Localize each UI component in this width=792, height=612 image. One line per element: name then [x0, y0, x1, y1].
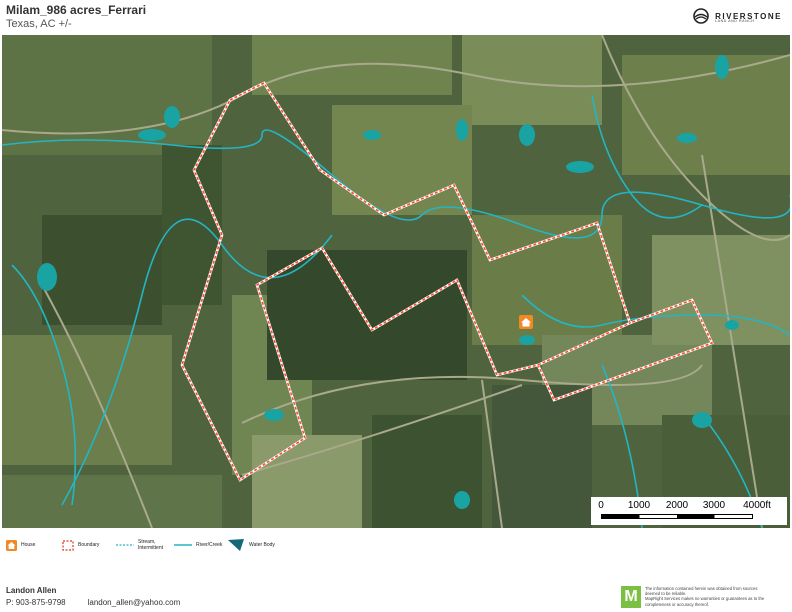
page-subtitle: Texas, AC +/- [6, 18, 72, 30]
legend-label: Boundary [78, 542, 100, 548]
brand-subtitle: LAND AND RANCH [715, 19, 755, 23]
agent-phone: P: 903-875-9798 [6, 598, 66, 607]
legend-item-water-body: Water Body [227, 537, 275, 553]
page-title: Milam_986 acres_Ferrari [6, 3, 147, 17]
river-icon [174, 544, 192, 546]
scale-tick-label: 3000 [702, 500, 726, 511]
legend-label: Water Body [249, 542, 275, 548]
scale-bar: 0 1000 2000 3000 4000ft [591, 497, 787, 525]
agent-email[interactable]: landon_allen@yahoo.com [88, 598, 181, 607]
boundary-icon [62, 539, 74, 551]
header: Milam_986 acres_Ferrari Texas, AC +/- RI… [0, 0, 792, 34]
scale-tick-label: 2000 [665, 500, 689, 511]
legend-item-stream: Stream, Intermittent [116, 537, 178, 553]
scale-tick-label: 1000 [627, 500, 651, 511]
house-icon [6, 539, 17, 551]
scale-tick-label: 0 [598, 500, 604, 511]
satellite-map[interactable]: 0 1000 2000 3000 4000ft [2, 35, 790, 528]
legend-item-river: River/Creek [174, 537, 222, 553]
legend-label: House [21, 542, 36, 548]
map-canvas [2, 35, 790, 528]
scale-tick-label: 4000ft [743, 500, 771, 511]
scale-track [601, 514, 753, 519]
disclaimer: The information contained herein was obt… [645, 586, 790, 607]
intermittent-stream-icon [116, 544, 134, 546]
terrain-patches [2, 35, 790, 528]
legend-item-house: House [6, 537, 35, 553]
legend-item-boundary: Boundary [62, 537, 99, 553]
agent-name: Landon Allen [6, 586, 57, 595]
map-legend: House Boundary Stream, Intermittent Rive… [0, 534, 792, 554]
riverstone-logo-icon [693, 8, 709, 24]
legend-label: River/Creek [196, 542, 223, 548]
water-body-icon [228, 539, 244, 551]
agent-contact: P: 903-875-9798 landon_allen@yahoo.com [6, 598, 180, 607]
mapright-logo-icon: M [621, 586, 641, 608]
legend-label: Stream, Intermittent [138, 539, 164, 551]
brand-logo: RIVERSTONE LAND AND RANCH [691, 8, 782, 24]
disclaimer-line: completeness or accuracy thereof. [645, 601, 710, 607]
house-marker[interactable] [519, 315, 533, 329]
